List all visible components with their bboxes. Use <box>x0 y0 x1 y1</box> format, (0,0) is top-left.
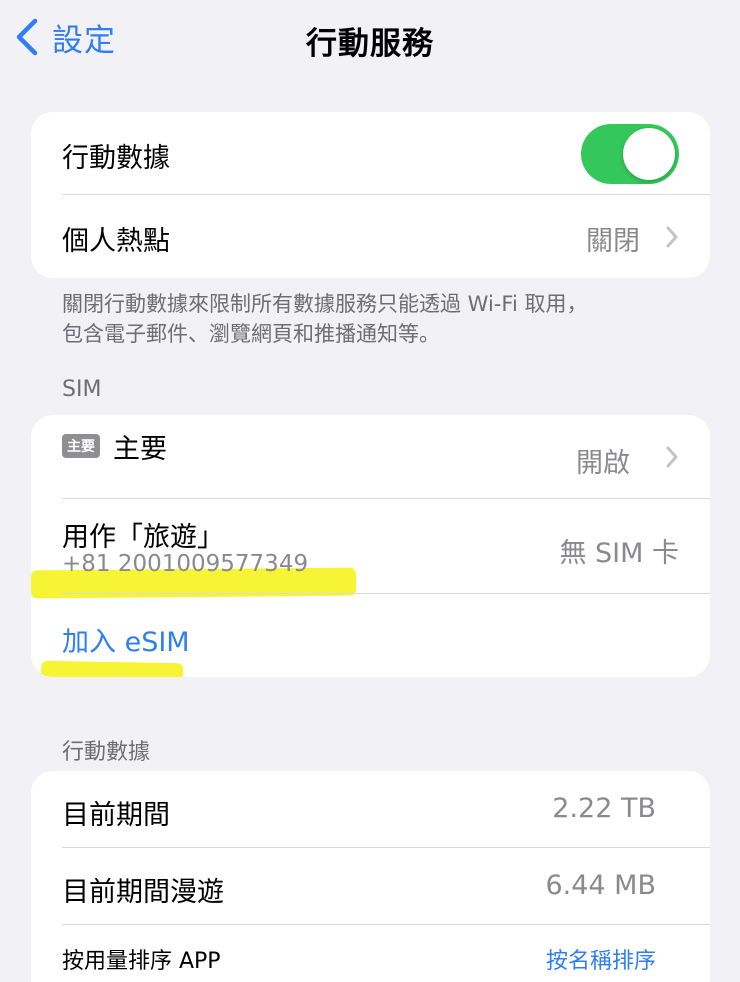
roaming-value: 6.44 MB <box>545 870 656 901</box>
redacted-number <box>62 465 242 481</box>
footer-line-2: 包含電子郵件、瀏覽網頁和推播通知等。 <box>62 322 440 346</box>
travel-line-row[interactable]: 用作「旅遊」 +81 2001009577349 無 SIM 卡 <box>31 499 710 599</box>
sim-section-header: SIM <box>62 377 102 402</box>
personal-hotspot-row[interactable]: 個人熱點 關閉 <box>31 195 710 278</box>
footer-line-1: 關閉行動數據來限制所有數據服務只能透過 Wi-Fi 取用， <box>62 292 588 316</box>
cellular-data-row: 行動數據 <box>31 112 710 195</box>
current-period-value: 2.22 TB <box>552 793 656 824</box>
personal-hotspot-value: 關閉 <box>586 226 640 257</box>
roaming-row: 目前期間漫遊 6.44 MB <box>31 848 710 924</box>
page-title: 行動服務 <box>306 26 434 62</box>
travel-line-label: 用作「旅遊」 <box>62 522 224 553</box>
cellular-data-footer: 關閉行動數據來限制所有數據服務只能透過 Wi-Fi 取用， 包含電子郵件、瀏覽網… <box>62 289 682 349</box>
current-period-label: 目前期間 <box>62 800 170 831</box>
personal-hotspot-label: 個人熱點 <box>62 226 170 257</box>
sort-apps-row[interactable]: 按用量排序 APP 按名稱排序 <box>31 925 710 982</box>
travel-line-value: 無 SIM 卡 <box>559 538 679 569</box>
add-esim-label: 加入 eSIM <box>62 627 190 658</box>
primary-line-label: 主要 <box>113 434 167 465</box>
roaming-label: 目前期間漫遊 <box>62 877 224 908</box>
primary-line-value: 開啟 <box>576 448 630 479</box>
cellular-data-card: 行動數據 個人熱點 關閉 <box>31 112 710 278</box>
usage-section-header: 行動數據 <box>62 740 151 765</box>
current-period-row: 目前期間 2.22 TB <box>31 771 710 847</box>
travel-line-number: +81 2001009577349 <box>62 551 309 577</box>
annotation-highlight <box>40 660 184 677</box>
sim-card-group: 主要 主要 開啟 用作「旅遊」 +81 2001009577349 無 SIM … <box>31 415 710 677</box>
usage-card: 目前期間 2.22 TB 目前期間漫遊 6.44 MB 按用量排序 APP 按名… <box>31 771 710 982</box>
cellular-data-toggle[interactable] <box>581 124 679 184</box>
add-esim-row[interactable]: 加入 eSIM <box>31 594 710 677</box>
sort-apps-label: 按用量排序 APP <box>62 949 221 974</box>
toggle-knob <box>623 128 675 180</box>
chevron-right-icon <box>666 446 678 468</box>
navigation-bar: 設定 行動服務 <box>0 0 740 76</box>
cellular-data-label: 行動數據 <box>62 143 170 174</box>
sort-option-value[interactable]: 按名稱排序 <box>546 943 656 975</box>
primary-badge: 主要 <box>62 434 100 458</box>
chevron-right-icon <box>666 226 678 248</box>
primary-line-row[interactable]: 主要 主要 開啟 <box>31 415 710 499</box>
